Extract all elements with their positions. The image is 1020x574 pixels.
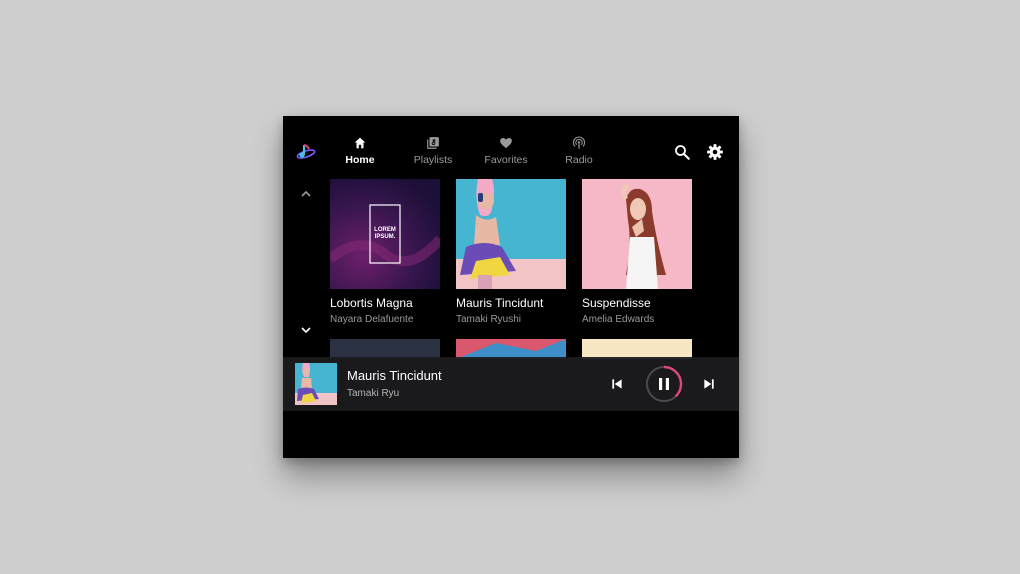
album-card-lobortis-magna[interactable]: LOREM IPSUM. Lobortis Magna Nayara Delaf…	[330, 179, 440, 325]
top-navigation-bar: Home Playlists Favorites Radio	[283, 116, 739, 178]
tab-favorites[interactable]: Favorites	[471, 136, 541, 170]
app-logo-icon	[296, 144, 316, 159]
album-cover-partial[interactable]	[582, 339, 692, 359]
tab-playlists-label: Playlists	[413, 154, 453, 166]
cover-text: LOREM IPSUM.	[374, 227, 396, 240]
album-title: Lobortis Magna	[330, 296, 413, 310]
tab-radio[interactable]: Radio	[544, 136, 614, 170]
home-icon	[354, 137, 366, 149]
now-playing-artist: Tamaki Ryu	[347, 388, 400, 399]
album-cover-partial[interactable]	[330, 339, 440, 359]
tab-home[interactable]: Home	[325, 136, 395, 170]
tab-home-label: Home	[345, 154, 375, 166]
now-playing-title: Mauris Tincidunt	[347, 368, 442, 383]
tab-radio-label: Radio	[565, 154, 593, 166]
media-app-screen: Home Playlists Favorites Radio LOREM IPS…	[283, 116, 739, 458]
album-cover: LOREM IPSUM.	[330, 179, 440, 289]
now-playing-cover	[295, 363, 337, 405]
album-card-suspendisse[interactable]: Suspendisse Amelia Edwards	[582, 179, 692, 325]
tab-favorites-label: Favorites	[484, 154, 528, 166]
scroll-down-chevron-icon[interactable]	[298, 322, 314, 338]
radio-icon	[572, 136, 586, 149]
scroll-up-chevron-icon[interactable]	[298, 186, 314, 202]
play-pause-button[interactable]	[645, 365, 683, 403]
skip-previous-icon[interactable]	[610, 377, 624, 391]
album-artist: Tamaki Ryushi	[456, 314, 522, 325]
settings-gear-icon[interactable]	[706, 143, 724, 161]
album-artist: Amelia Edwards	[582, 314, 655, 325]
album-artist: Nayara Delafuente	[330, 314, 414, 325]
album-cover	[456, 179, 566, 289]
tab-playlists[interactable]: Playlists	[398, 136, 468, 170]
album-title: Suspendisse	[582, 296, 651, 310]
heart-icon	[500, 138, 512, 149]
skip-next-icon[interactable]	[702, 377, 716, 391]
album-card-mauris-tincidunt[interactable]: Mauris Tincidunt Tamaki Ryushi	[456, 179, 566, 325]
playlists-icon	[427, 137, 439, 149]
album-title: Mauris Tincidunt	[456, 296, 544, 310]
now-playing-bar[interactable]: Mauris Tincidunt Tamaki Ryu	[283, 357, 739, 411]
search-icon[interactable]	[673, 143, 691, 161]
album-cover	[582, 179, 692, 289]
album-cover-partial[interactable]	[456, 339, 566, 359]
